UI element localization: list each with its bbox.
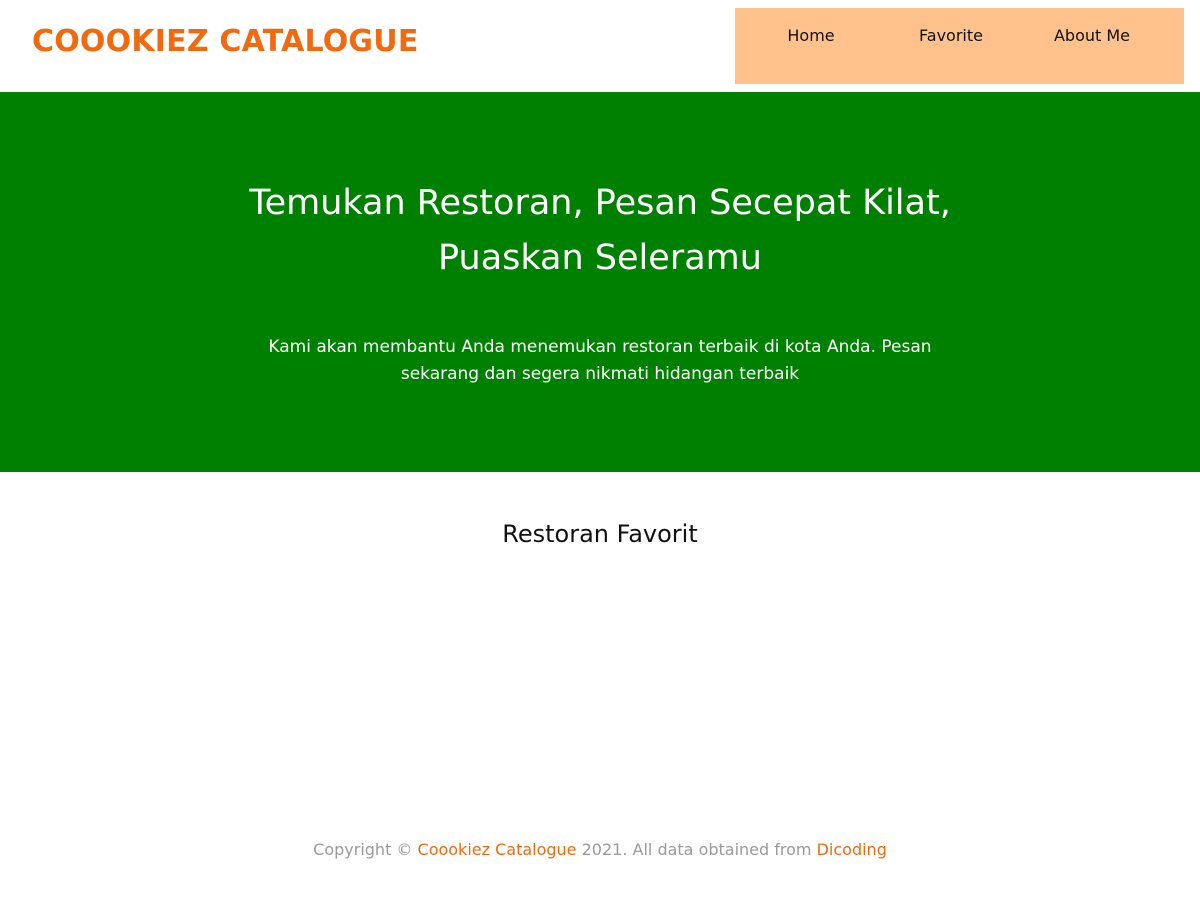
footer-copyright-middle: 2021. All data obtained from xyxy=(581,840,812,859)
brand-logo-link[interactable]: COOOKIEZ CATALOGUE xyxy=(32,24,419,59)
footer-copyright-prefix: Copyright © xyxy=(313,840,413,859)
hero-banner: Temukan Restoran, Pesan Secepat Kilat, P… xyxy=(0,92,1200,472)
page-footer: Copyright © Coookiez Catalogue 2021. All… xyxy=(0,840,1200,859)
app-header: COOOKIEZ CATALOGUE Home Favorite About M… xyxy=(0,0,1200,92)
nav-item-home[interactable]: Home xyxy=(751,26,871,45)
section-title-favorite-restaurants: Restoran Favorit xyxy=(502,520,698,548)
nav-item-about-me[interactable]: About Me xyxy=(1032,26,1152,45)
page: COOOKIEZ CATALOGUE Home Favorite About M… xyxy=(0,0,1200,900)
footer-source-link[interactable]: Dicoding xyxy=(817,840,887,859)
hero-title: Temukan Restoran, Pesan Secepat Kilat, P… xyxy=(249,183,951,278)
hero-description: Kami akan membantu Anda menemukan restor… xyxy=(268,337,932,384)
footer-brand-link[interactable]: Coookiez Catalogue xyxy=(418,840,577,859)
main-nav: Home Favorite About Me xyxy=(735,8,1184,84)
nav-item-favorite[interactable]: Favorite xyxy=(891,26,1011,45)
